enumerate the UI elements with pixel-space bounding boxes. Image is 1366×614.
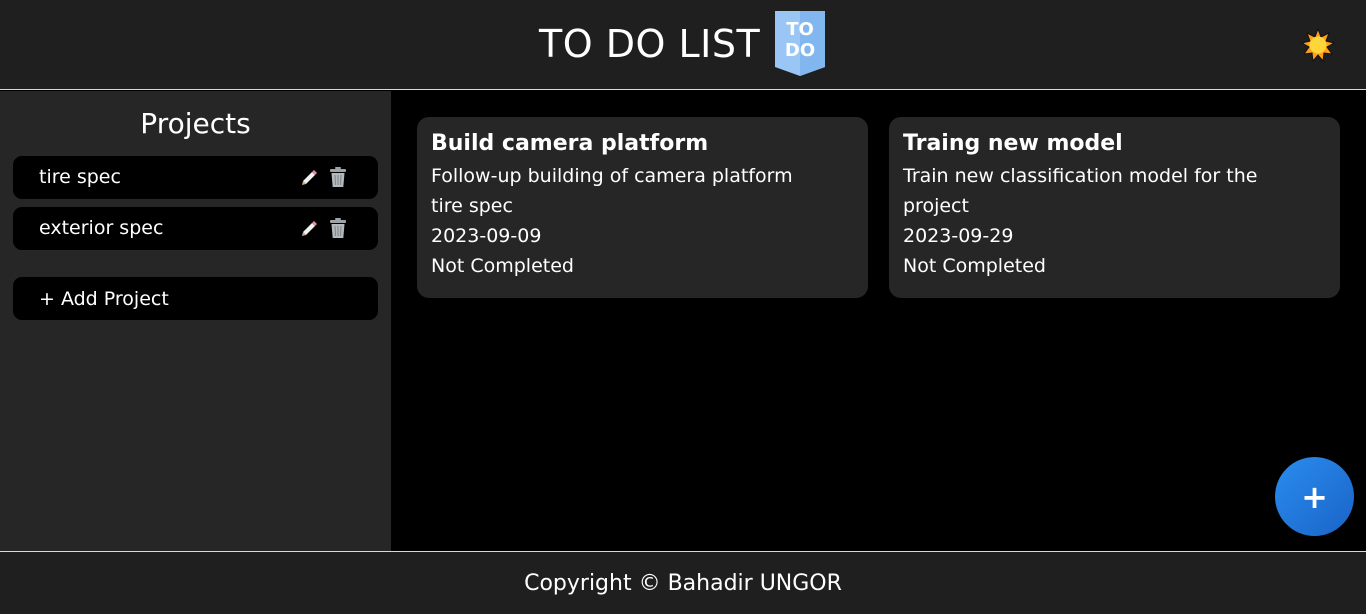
- project-item-tire-spec[interactable]: tire spec: [13, 156, 378, 199]
- task-card[interactable]: Traing new model Train new classificatio…: [889, 117, 1340, 298]
- task-card[interactable]: Build camera platform Follow-up building…: [417, 117, 868, 298]
- trash-icon[interactable]: [325, 164, 351, 190]
- task-date: 2023-09-09: [431, 225, 542, 247]
- task-project: tire spec: [431, 195, 513, 217]
- task-status: Not Completed: [903, 255, 1046, 277]
- footer: Copyright © Bahadir UNGOR: [0, 551, 1366, 614]
- pencil-icon[interactable]: [296, 164, 322, 190]
- logo-text-bottom: DO: [785, 40, 815, 61]
- theme-toggle-button[interactable]: [1300, 27, 1336, 63]
- task-description: Follow-up building of camera platform: [431, 165, 793, 187]
- task-status: Not Completed: [431, 255, 574, 277]
- tasks-panel: Build camera platform Follow-up building…: [391, 91, 1366, 551]
- task-date: 2023-09-29: [903, 225, 1014, 247]
- pencil-icon[interactable]: [296, 215, 322, 241]
- projects-sidebar: Projects tire spec exterior spec + Add P…: [0, 91, 391, 551]
- header-brand: TO DO LIST TO DO: [539, 11, 826, 77]
- footer-copyright: Copyright © Bahadir UNGOR: [524, 570, 842, 596]
- task-title: Build camera platform: [431, 131, 709, 156]
- sidebar-title: Projects: [140, 107, 251, 140]
- task-description: Train new classification model for the p…: [903, 165, 1258, 217]
- add-task-button[interactable]: +: [1275, 457, 1354, 536]
- app-title: TO DO LIST: [539, 22, 761, 66]
- project-name: exterior spec: [39, 217, 164, 239]
- project-name: tire spec: [39, 166, 121, 188]
- task-title: Traing new model: [903, 131, 1123, 156]
- todo-logo-icon: TO DO: [775, 11, 826, 76]
- add-project-button[interactable]: + Add Project: [13, 277, 378, 320]
- logo-text-top: TO: [786, 19, 814, 40]
- app-header: TO DO LIST TO DO: [0, 0, 1366, 90]
- project-item-exterior-spec[interactable]: exterior spec: [13, 207, 378, 250]
- sun-icon: [1301, 28, 1335, 62]
- trash-icon[interactable]: [325, 215, 351, 241]
